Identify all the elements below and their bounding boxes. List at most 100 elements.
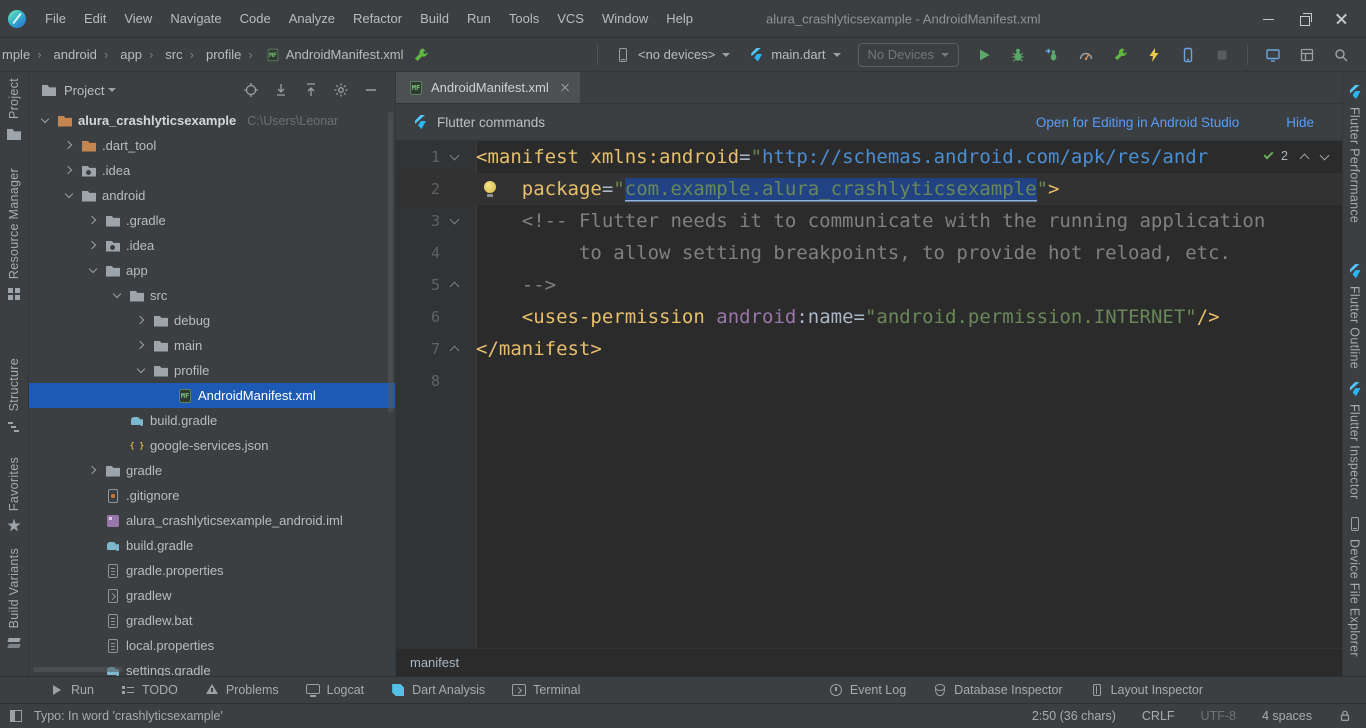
prev-problem-icon[interactable]	[1300, 152, 1308, 160]
tree-item[interactable]: .dart_tool	[29, 133, 395, 158]
tree-item[interactable]: gradlew.bat	[29, 608, 395, 633]
tree-chevron-icon[interactable]	[87, 614, 100, 627]
menu-item[interactable]: Build	[411, 6, 458, 31]
tree-chevron-icon[interactable]	[63, 164, 76, 177]
tree-item[interactable]: profile	[29, 358, 395, 383]
tree-chevron-icon[interactable]	[87, 489, 100, 502]
tree-chevron-icon[interactable]	[111, 289, 124, 302]
flutter-device-selector[interactable]: No Devices	[858, 43, 959, 67]
tree-chevron-icon[interactable]	[159, 389, 172, 402]
tree-chevron-icon[interactable]	[135, 364, 148, 377]
line-number[interactable]: 1	[396, 148, 440, 166]
readonly-lock-icon[interactable]	[1338, 709, 1352, 723]
debug-button[interactable]	[1006, 43, 1030, 67]
tree-chevron-icon[interactable]	[87, 239, 100, 252]
tool-window-tab[interactable]: Terminal	[498, 682, 593, 698]
menu-item[interactable]: Navigate	[161, 6, 230, 31]
menu-item[interactable]: Code	[231, 6, 280, 31]
tree-item[interactable]: app	[29, 258, 395, 283]
menu-item[interactable]: Refactor	[344, 6, 411, 31]
tool-strip-tab[interactable]: Flutter Inspector	[1347, 381, 1363, 499]
tool-window-tab[interactable]: Layout Inspector	[1076, 682, 1216, 698]
inspections-widget[interactable]: 2	[1264, 149, 1328, 163]
line-separator[interactable]: CRLF	[1142, 709, 1175, 723]
tree-item[interactable]: src	[29, 283, 395, 308]
collapse-all-button[interactable]	[303, 82, 319, 98]
tree-vertical-scrollbar[interactable]	[388, 112, 393, 412]
tree-item[interactable]: alura_crashlyticsexample_android.iml	[29, 508, 395, 533]
tree-chevron-icon[interactable]	[111, 414, 124, 427]
tree-item[interactable]: main	[29, 333, 395, 358]
profile-button[interactable]	[1074, 43, 1098, 67]
tree-item[interactable]: debug	[29, 308, 395, 333]
tool-window-tab[interactable]: Database Inspector	[919, 682, 1075, 698]
tree-item[interactable]: AndroidManifest.xml	[29, 383, 395, 408]
close-tab-icon[interactable]	[560, 83, 570, 93]
close-icon[interactable]	[1334, 12, 1348, 26]
code-line-8[interactable]: 8	[396, 365, 1342, 397]
tree-item[interactable]: gradlew	[29, 583, 395, 608]
line-number[interactable]: 8	[396, 372, 440, 390]
tree-item[interactable]: .gitignore	[29, 483, 395, 508]
tree-chevron-icon[interactable]	[87, 589, 100, 602]
fold-marker-icon[interactable]	[446, 214, 466, 228]
menu-item[interactable]: Run	[458, 6, 500, 31]
attach-debugger-button[interactable]	[1040, 43, 1064, 67]
menu-item[interactable]: Edit	[75, 6, 115, 31]
flutter-attach-button[interactable]	[1108, 43, 1132, 67]
tool-strip-tab[interactable]: Flutter Outline	[1347, 263, 1363, 369]
menu-item[interactable]: Window	[593, 6, 657, 31]
tree-item[interactable]: gradle.properties	[29, 558, 395, 583]
file-encoding[interactable]: UTF-8	[1201, 709, 1236, 723]
settings-gear-icon[interactable]	[333, 82, 349, 98]
run-config-selector[interactable]: main.dart	[739, 43, 849, 67]
tree-chevron-icon[interactable]	[63, 189, 76, 202]
open-in-android-studio-link[interactable]: Open for Editing in Android Studio	[1036, 115, 1239, 130]
editor-tab[interactable]: AndroidManifest.xml	[396, 72, 580, 103]
code-line-7[interactable]: 7</manifest>	[396, 333, 1342, 365]
minimize-icon[interactable]	[1262, 12, 1276, 26]
caret-position[interactable]: 2:50 (36 chars)	[1032, 709, 1116, 723]
menu-item[interactable]: Help	[657, 6, 702, 31]
menu-item[interactable]: File	[36, 6, 75, 31]
tree-item[interactable]: google-services.json	[29, 433, 395, 458]
menu-item[interactable]: Tools	[500, 6, 548, 31]
tree-chevron-icon[interactable]	[87, 464, 100, 477]
tool-window-toggle-icon[interactable]	[10, 710, 22, 722]
line-number[interactable]: 5	[396, 276, 440, 294]
line-number[interactable]: 3	[396, 212, 440, 230]
tool-window-tab[interactable]: Dart Analysis	[377, 682, 498, 698]
restore-icon[interactable]	[1298, 12, 1312, 26]
tool-window-tab[interactable]: Run	[36, 682, 107, 698]
flutter-setup-wrench-icon[interactable]	[409, 43, 433, 67]
tool-window-tab[interactable]: Logcat	[292, 682, 378, 698]
emulator-button[interactable]	[1261, 43, 1285, 67]
chevron-down-icon[interactable]	[108, 88, 116, 96]
tool-strip-tab[interactable]: Build Variants	[6, 548, 22, 651]
tool-strip-tab[interactable]: Flutter Performance	[1347, 84, 1363, 223]
tool-window-tab[interactable]: Problems	[191, 682, 292, 698]
hide-panel-button[interactable]	[363, 82, 379, 98]
tool-strip-tab[interactable]: Project	[6, 78, 22, 142]
tool-strip-tab[interactable]: Device File Explorer	[1347, 516, 1363, 657]
tree-chevron-icon[interactable]	[87, 539, 100, 552]
menu-item[interactable]: Analyze	[280, 6, 344, 31]
tree-horizontal-scrollbar[interactable]	[33, 667, 123, 672]
tree-item[interactable]: build.gradle	[29, 408, 395, 433]
code-line-1[interactable]: 1<manifest xmlns:android="http://schemas…	[396, 141, 1342, 173]
line-number[interactable]: 2	[396, 180, 440, 198]
line-number[interactable]: 4	[396, 244, 440, 262]
code-line-2[interactable]: 2 package="com.example.alura_crashlytics…	[396, 173, 1342, 205]
line-number[interactable]: 6	[396, 308, 440, 326]
menu-item[interactable]: View	[115, 6, 161, 31]
hide-banner-link[interactable]: Hide	[1286, 115, 1314, 130]
fold-marker-icon[interactable]	[446, 278, 466, 292]
code-line-6[interactable]: 6 <uses-permission android:name="android…	[396, 301, 1342, 333]
tree-item[interactable]: .gradle	[29, 208, 395, 233]
breadcrumb-item[interactable]: android	[30, 47, 97, 62]
tool-strip-tab[interactable]: Resource Manager	[6, 168, 22, 302]
breadcrumb-item[interactable]: profile	[183, 47, 242, 62]
tree-chevron-icon[interactable]	[135, 314, 148, 327]
device-manager-button[interactable]	[1176, 43, 1200, 67]
tree-chevron-icon[interactable]	[63, 139, 76, 152]
